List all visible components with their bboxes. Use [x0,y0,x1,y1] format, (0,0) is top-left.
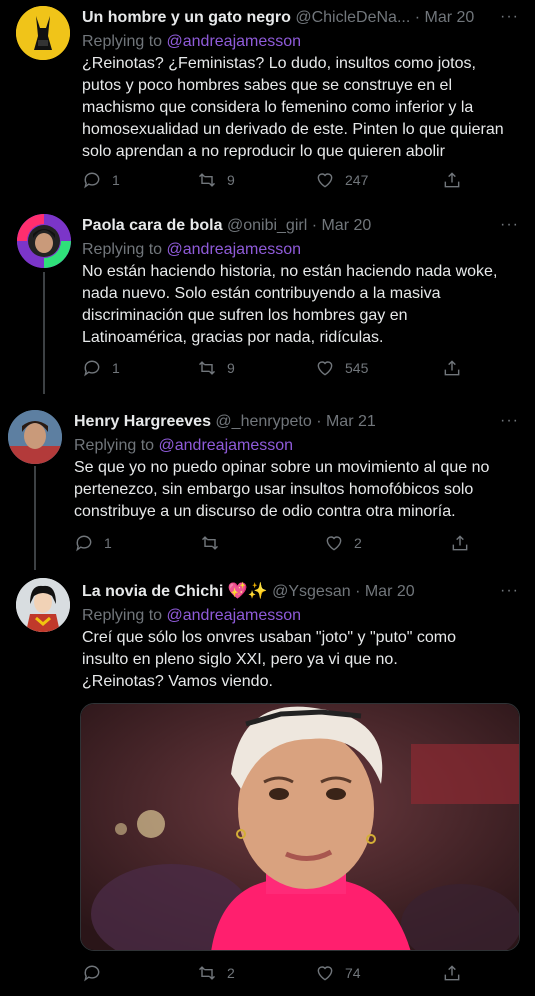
share-button[interactable] [442,170,462,190]
tweet-image[interactable] [80,703,520,951]
replying-to: Replying to @andreajamesson [82,33,302,50]
tweet-date[interactable]: · Mar 20 [355,583,415,600]
reply-icon [84,172,100,189]
like-button[interactable]: 545 [315,358,368,378]
tweet-actions: 1 9 247 [82,170,462,194]
display-name[interactable]: Un hombre y un gato negro [82,9,291,26]
more-options-button[interactable]: ··· [500,412,519,430]
like-count: 545 [345,360,369,376]
retweet-button[interactable] [200,533,230,553]
reply-icon [76,535,92,552]
retweet-icon [201,536,219,550]
like-count: 2 [354,535,362,551]
share-icon [444,360,460,376]
avatar[interactable] [8,410,62,464]
like-icon [317,361,333,376]
user-handle[interactable]: @_henrypeto [215,413,311,430]
mention-link[interactable]: @andreajamesson [167,607,302,624]
retweet-icon [198,966,216,980]
replying-to: Replying to @andreajamesson [74,437,294,454]
tweet-header: Un hombre y un gato negro @ChicleDeNa...… [82,8,474,28]
share-button[interactable] [442,963,462,983]
tweet-actions: 1 9 545 [82,358,462,382]
reply-button[interactable]: 1 [82,170,120,190]
avatar[interactable] [16,6,70,60]
like-button[interactable]: 74 [315,963,361,983]
share-icon [444,172,460,188]
share-button[interactable] [450,533,470,553]
mention-link[interactable]: @andreajamesson [159,437,294,454]
like-icon [317,173,333,188]
like-count: 74 [345,965,361,981]
share-icon [444,965,460,981]
tweet-date[interactable]: · Mar 21 [316,413,376,430]
tweet-text: Creí que sólo los onvres usaban "joto" y… [82,629,457,690]
more-options-button[interactable]: ··· [500,582,519,600]
reply-button[interactable]: 1 [82,358,120,378]
tweet-text: Se que yo no puedo opinar sobre un movim… [74,459,490,520]
reply-button[interactable] [82,963,112,983]
display-name[interactable]: Paola cara de bola [82,217,223,234]
retweet-button[interactable]: 9 [197,170,235,190]
share-button[interactable] [442,358,462,378]
thread-line [43,272,45,394]
like-icon [326,536,342,551]
reply-icon [84,360,100,377]
thread-line [34,466,36,570]
retweet-count: 9 [227,172,235,188]
reply-icon [84,965,100,982]
tweet-date[interactable]: · Mar 20 [312,217,372,234]
display-name[interactable]: Henry Hargreeves [74,413,211,430]
reply-count: 1 [112,360,120,376]
share-icon [452,535,468,551]
mention-link[interactable]: @andreajamesson [167,241,302,258]
replying-to: Replying to @andreajamesson [82,607,302,624]
retweet-button[interactable]: 9 [197,358,235,378]
retweet-count: 9 [227,360,235,376]
tweet-text: ¿Reinotas? ¿Feministas? Lo dudo, insulto… [82,55,504,160]
tweet-header: Paola cara de bola @onibi_girl · Mar 20 [82,216,371,236]
retweet-icon [198,361,216,375]
tweet-actions: 1 2 [74,533,474,557]
like-icon [317,966,333,981]
name-emoji: 💖✨ [227,583,268,600]
display-name[interactable]: La novia de Chichi [82,583,223,600]
avatar[interactable] [16,578,70,632]
tweet-header: La novia de Chichi 💖✨ @Ysgesan · Mar 20 [82,582,415,602]
tweet-actions: 2 74 [82,963,462,987]
reply-count: 1 [112,172,120,188]
replying-to: Replying to @andreajamesson [82,241,302,258]
user-handle[interactable]: @Ysgesan [272,583,351,600]
like-button[interactable]: 247 [315,170,368,190]
retweet-button[interactable]: 2 [197,963,235,983]
reply-button[interactable]: 1 [74,533,112,553]
more-options-button[interactable]: ··· [500,8,519,26]
like-button[interactable]: 2 [324,533,362,553]
reply-count: 1 [104,535,112,551]
more-options-button[interactable]: ··· [500,216,519,234]
tweet-date[interactable]: · Mar 20 [415,9,475,26]
mention-link[interactable]: @andreajamesson [167,33,302,50]
user-handle[interactable]: @onibi_girl [227,217,307,234]
avatar[interactable] [17,214,71,268]
retweet-count: 2 [227,965,235,981]
user-handle[interactable]: @ChicleDeNa... [295,9,410,26]
tweet-header: Henry Hargreeves @_henrypeto · Mar 21 [74,412,376,432]
tweet-text: No están haciendo historia, no están hac… [82,263,498,346]
retweet-icon [198,173,216,187]
like-count: 247 [345,172,369,188]
